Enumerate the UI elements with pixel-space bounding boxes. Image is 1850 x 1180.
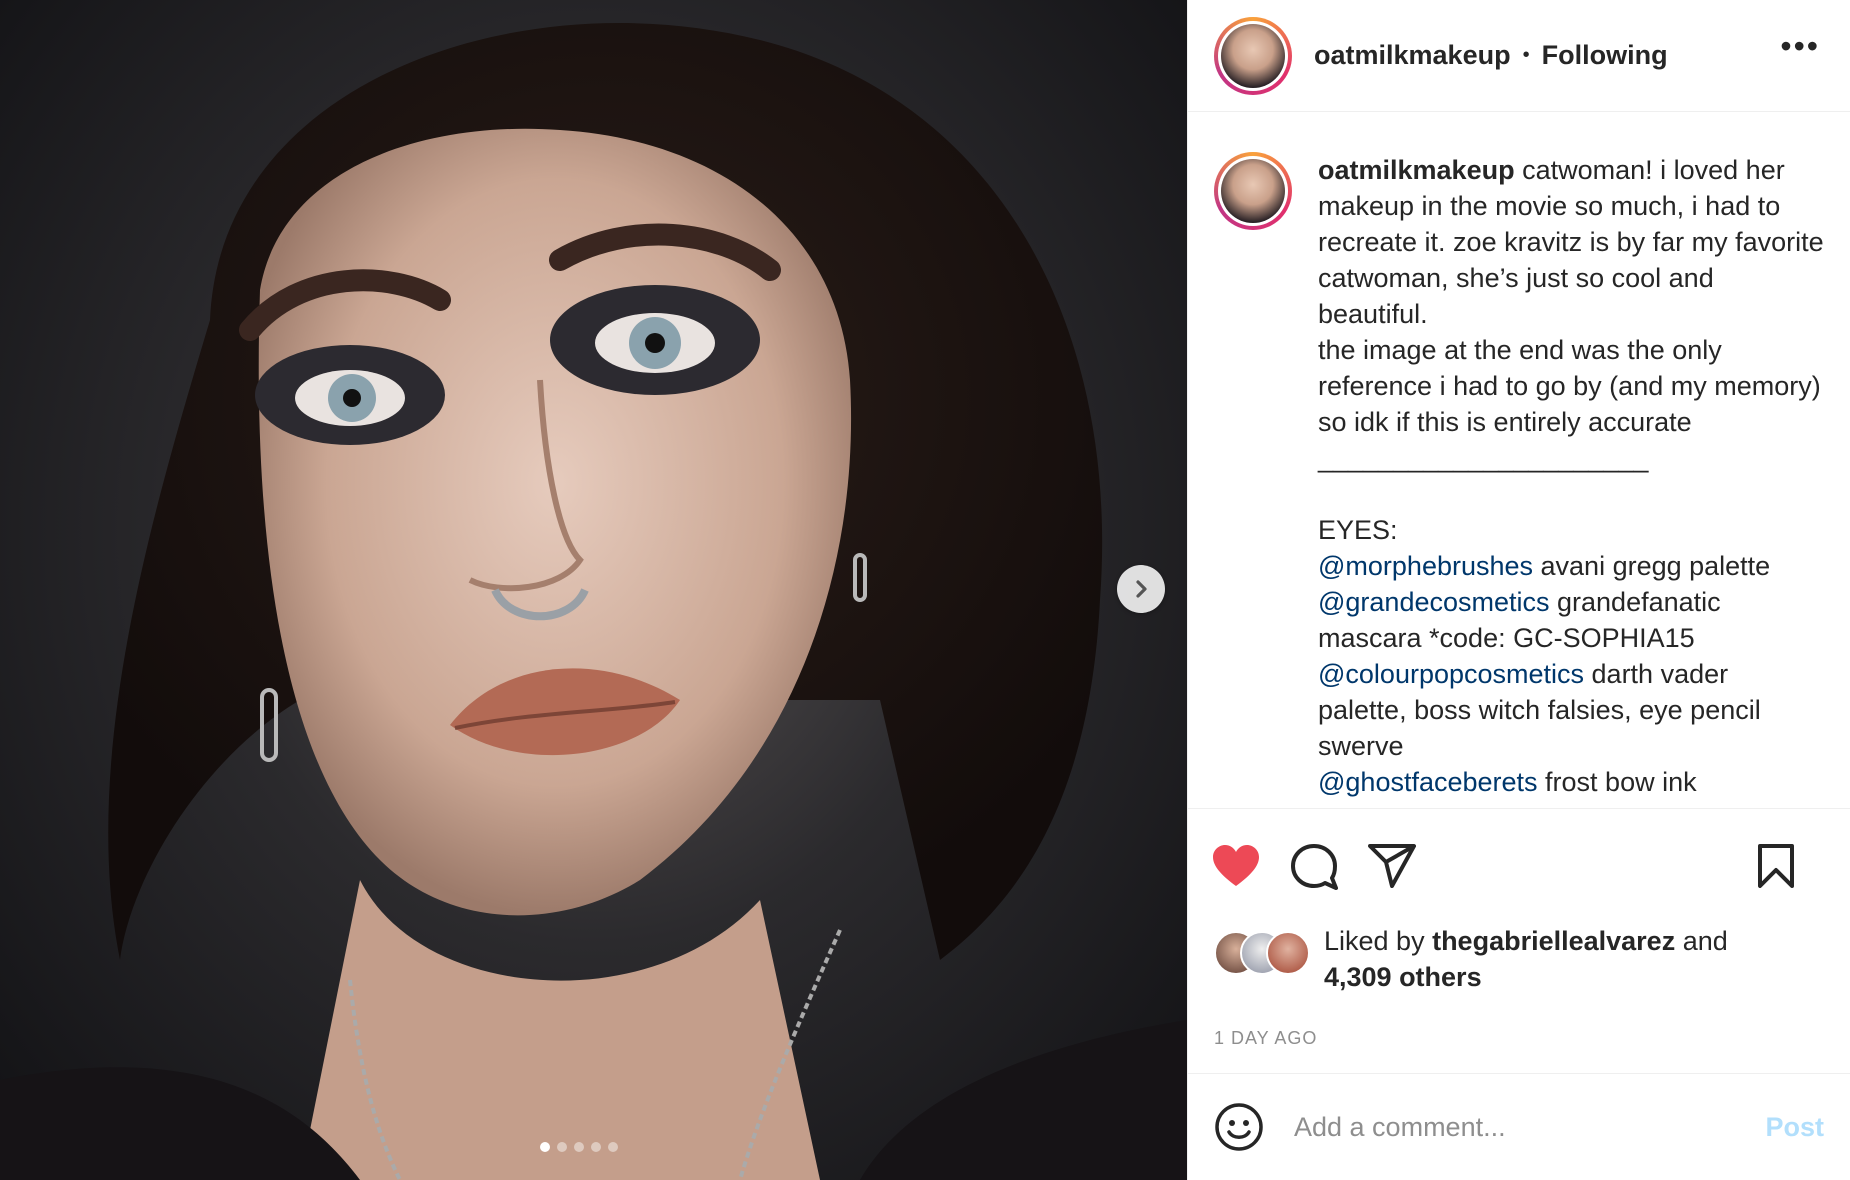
following-button[interactable]: Following [1542, 40, 1668, 71]
mention-link[interactable]: @colourpopcosmetics [1318, 659, 1584, 689]
caption-body: catwoman! i loved her makeup in the movi… [1318, 155, 1824, 545]
next-slide-button[interactable] [1117, 565, 1165, 613]
post-container: oatmilkmakeup • Following ••• oatmilkmak… [0, 0, 1850, 1180]
likes-count[interactable]: 4,309 others [1324, 962, 1482, 992]
share-icon[interactable] [1366, 840, 1418, 892]
carousel-dot [574, 1142, 584, 1152]
chevron-right-icon [1136, 580, 1147, 598]
post-media[interactable] [0, 0, 1187, 1180]
emoji-icon[interactable] [1214, 1102, 1264, 1152]
liker-username[interactable]: thegabriellealvarez [1432, 926, 1675, 956]
liker-avatar [1266, 931, 1310, 975]
header-separator: • [1522, 44, 1530, 66]
author-username[interactable]: oatmilkmakeup [1314, 40, 1511, 71]
caption-body: frost bow ink [1537, 767, 1697, 797]
avatar-image [1221, 23, 1285, 88]
liked-by-text: Liked by thegabriellealvarez and 4,309 ot… [1324, 923, 1728, 995]
post-photo [0, 22, 1187, 1180]
mention-link[interactable]: @grandecosmetics [1318, 587, 1550, 617]
caption-body: avani gregg palette [1540, 551, 1771, 581]
post-header: oatmilkmakeup • Following ••• [1188, 0, 1850, 112]
carousel-dot [591, 1142, 601, 1152]
mention-link[interactable]: @morphebrushes [1318, 551, 1533, 581]
liked-by-middle: and [1675, 926, 1728, 956]
post-side-panel: oatmilkmakeup • Following ••• oatmilkmak… [1187, 0, 1850, 1180]
carousel-indicator [540, 1142, 618, 1152]
post-comment-button[interactable]: Post [1765, 1112, 1824, 1143]
carousel-dot [557, 1142, 567, 1152]
mention-link[interactable]: @ghostfaceberets [1318, 767, 1538, 797]
liked-by-prefix: Liked by [1324, 926, 1433, 956]
comment-input[interactable] [1292, 1110, 1766, 1144]
author-avatar[interactable] [1214, 16, 1292, 95]
likes-summary: Liked by thegabriellealvarez and 4,309 ot… [1188, 923, 1850, 1003]
action-bar [1188, 808, 1850, 923]
caption-username[interactable]: oatmilkmakeup [1318, 155, 1515, 185]
carousel-dot [540, 1142, 550, 1152]
caption-section: oatmilkmakeup catwoman! i loved her make… [1188, 112, 1850, 808]
carousel-dot [608, 1142, 618, 1152]
more-options-icon[interactable]: ••• [1780, 30, 1820, 62]
liker-avatars[interactable] [1214, 931, 1324, 975]
bookmark-icon[interactable] [1750, 840, 1802, 892]
heart-filled-icon[interactable] [1210, 840, 1262, 892]
post-timestamp[interactable]: 1 DAY AGO [1188, 1003, 1850, 1073]
comment-bar: Post [1188, 1073, 1850, 1180]
avatar-image [1221, 159, 1285, 223]
caption-author-avatar[interactable] [1214, 152, 1292, 230]
comment-icon[interactable] [1288, 840, 1340, 892]
caption-text: oatmilkmakeup catwoman! i loved her make… [1318, 152, 1824, 800]
